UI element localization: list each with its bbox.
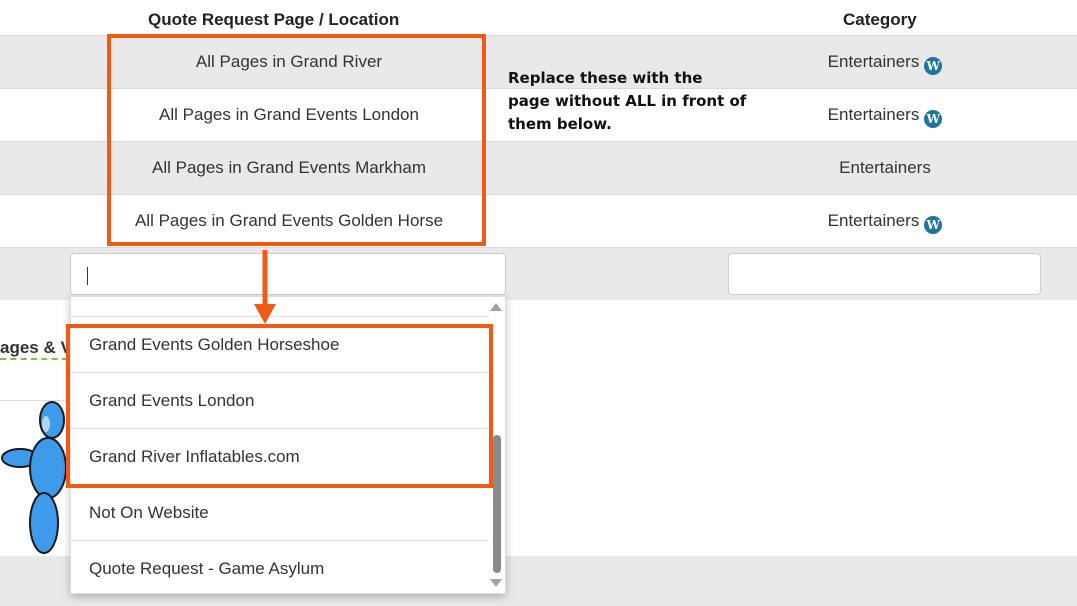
dropdown-option-hidden xyxy=(71,297,489,317)
category-cell: Entertainers W xyxy=(760,195,1010,247)
heading-underline xyxy=(0,358,68,360)
category-label: Entertainers xyxy=(827,52,920,71)
category-cell: Entertainers W xyxy=(760,89,1010,141)
wordpress-icon[interactable]: W xyxy=(924,57,943,75)
column-header-page[interactable]: Quote Request Page / Location xyxy=(148,10,399,30)
scroll-down-arrow-icon[interactable] xyxy=(490,579,502,587)
highlight-box-all-pages xyxy=(107,34,486,246)
scrollbar-thumb[interactable] xyxy=(493,435,501,573)
annotation-note: Replace these with the page without ALL … xyxy=(508,69,747,133)
annotation-arrow-icon xyxy=(254,250,276,324)
wordpress-icon[interactable]: W xyxy=(924,216,943,234)
category-label: Entertainers xyxy=(827,105,920,124)
category-cell: Entertainers W xyxy=(760,36,1010,88)
highlight-box-replacements xyxy=(66,324,493,488)
text-cursor xyxy=(87,267,88,285)
category-label: Entertainers xyxy=(839,158,931,177)
category-cell: Entertainers xyxy=(760,142,1010,194)
table-header: Quote Request Page / Location Category xyxy=(0,0,1077,36)
column-header-category[interactable]: Category xyxy=(843,10,917,30)
partial-section-heading: ages & V xyxy=(0,338,72,357)
dropdown-option[interactable]: Not On Website xyxy=(71,485,489,541)
dropdown-option[interactable]: Quote Request - Game Asylum xyxy=(71,541,489,593)
page-filter-input[interactable] xyxy=(70,253,506,295)
category-label: Entertainers xyxy=(827,211,920,230)
scroll-up-arrow-icon[interactable] xyxy=(490,303,502,311)
category-filter-input[interactable] xyxy=(728,253,1041,295)
filter-row xyxy=(0,248,1077,300)
wordpress-icon[interactable]: W xyxy=(924,110,943,128)
